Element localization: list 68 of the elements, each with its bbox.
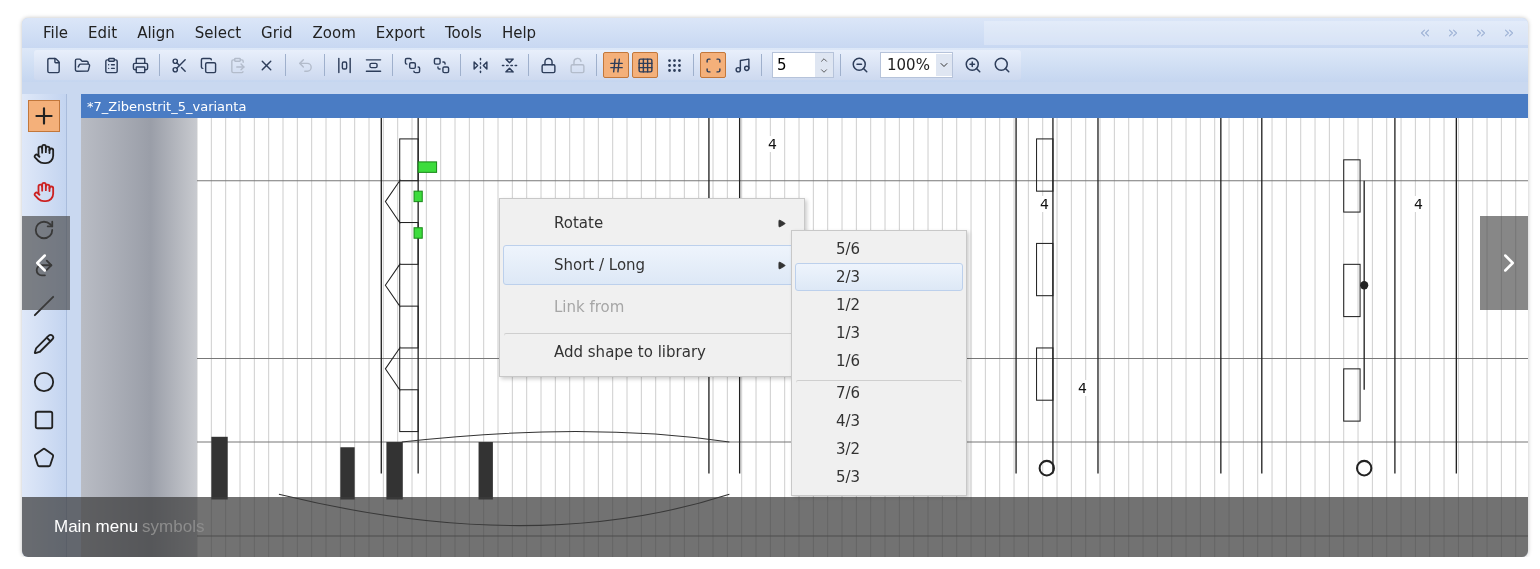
snap-button[interactable]	[603, 52, 629, 78]
measure-number: 4	[1039, 196, 1050, 212]
submenu-item[interactable]: 7/6	[795, 379, 963, 407]
zoom-in-icon	[963, 56, 982, 74]
submenu-arrow-icon	[777, 260, 786, 270]
rotate-icon	[33, 219, 55, 241]
file-icon	[44, 56, 62, 74]
dots-icon	[665, 56, 683, 74]
clipboard-icon	[102, 56, 120, 74]
caption-title: Main menu	[54, 517, 139, 537]
select-area-button[interactable]	[700, 52, 726, 78]
pencil-icon	[33, 333, 55, 355]
double-chevron-icon	[1502, 26, 1516, 40]
grid-icon	[636, 56, 654, 74]
undo-icon	[296, 56, 314, 74]
note-icon	[733, 56, 751, 74]
hand-icon	[33, 181, 55, 203]
menu-item[interactable]: Export	[366, 21, 434, 45]
clipboard-icon	[228, 56, 246, 74]
submenu-arrow-icon	[777, 218, 786, 228]
measure-number: 4	[1077, 380, 1088, 396]
pentagon-icon	[33, 447, 55, 469]
menu-item[interactable]: Help	[492, 21, 546, 45]
submenu-item[interactable]: 3/2	[795, 435, 963, 463]
menu-item[interactable]: Grid	[252, 21, 302, 45]
unlock-icon	[568, 56, 586, 74]
menu-item[interactable]: Align	[128, 21, 184, 45]
scissors-icon	[170, 56, 188, 74]
step-field[interactable]: 5	[773, 56, 815, 74]
rectangle-icon	[33, 409, 55, 431]
hand-icon	[33, 143, 55, 165]
double-chevron-icon	[1418, 26, 1432, 40]
printer-icon	[131, 56, 149, 74]
document-tab[interactable]: *7_Zibenstrit_5_varianta	[81, 94, 1528, 118]
selection-icon	[704, 56, 722, 74]
zoom-value: 100%	[886, 56, 931, 74]
search-icon	[992, 56, 1011, 74]
submenu-item[interactable]: 4/3	[795, 407, 963, 435]
measure-number: 4	[1413, 196, 1424, 212]
lock-icon	[539, 56, 557, 74]
send-back-icon	[432, 56, 450, 74]
bring-front-icon	[403, 56, 421, 74]
menu-item[interactable]: Zoom	[303, 21, 365, 45]
step-spinner[interactable]: 5	[772, 52, 834, 78]
folder-icon	[73, 56, 91, 74]
menu-item[interactable]: Tools	[435, 21, 491, 45]
menu-item[interactable]: Select	[185, 21, 251, 45]
redo-icon	[33, 257, 55, 279]
line-icon	[33, 295, 55, 317]
flip-icon	[471, 56, 489, 74]
zoom-out-icon	[851, 56, 869, 74]
double-chevron-icon	[1474, 26, 1488, 40]
menu-item[interactable]: Edit	[79, 21, 127, 45]
hash-icon	[607, 56, 625, 74]
flip-icon	[500, 56, 518, 74]
measure-number: 4	[767, 136, 778, 152]
align-icon	[364, 56, 382, 74]
submenu-item[interactable]: 2/3	[795, 263, 963, 291]
align-icon	[335, 56, 353, 74]
dropdown-button[interactable]	[935, 54, 952, 76]
crosshair-tool[interactable]	[28, 100, 60, 132]
circle-icon	[33, 371, 55, 393]
menu-item[interactable]: File	[34, 21, 78, 45]
copy-icon	[199, 56, 217, 74]
submenu-item[interactable]: 5/3	[795, 463, 963, 491]
grid-button[interactable]	[632, 52, 658, 78]
zoom-dropdown[interactable]: 100%	[880, 52, 953, 78]
double-chevron-icon	[1446, 26, 1460, 40]
